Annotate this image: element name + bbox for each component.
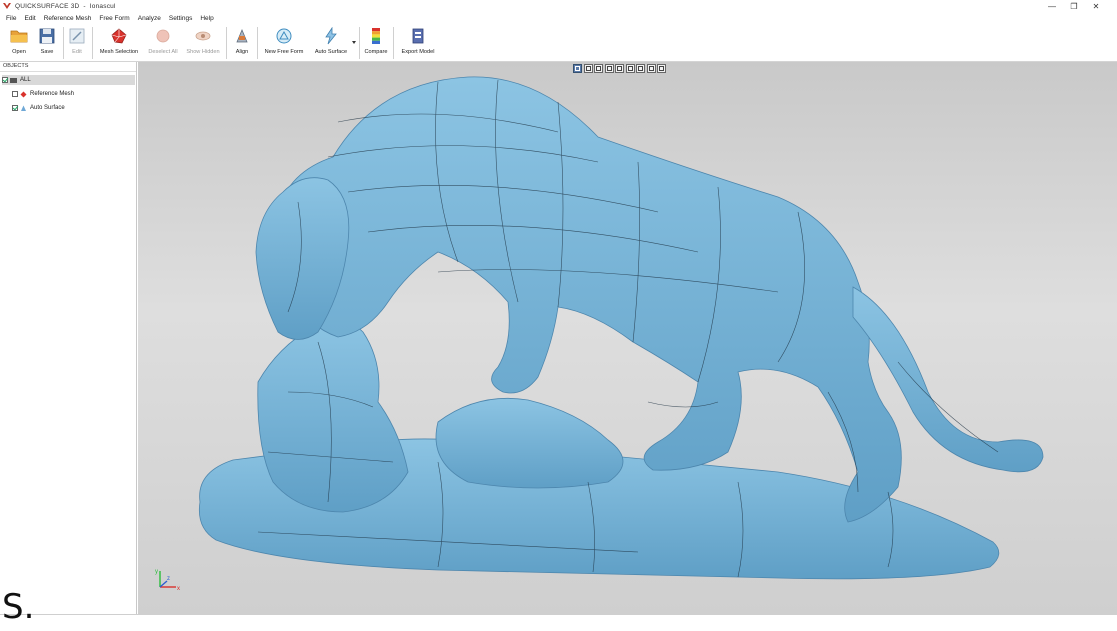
align-button[interactable]: Align — [231, 26, 253, 60]
show-hidden-button[interactable]: Show Hidden — [184, 26, 222, 60]
new-free-form-button[interactable]: New Free Form — [262, 26, 306, 60]
toolbar-divider — [63, 27, 64, 59]
axis-triad-icon: y z x — [155, 569, 180, 592]
deselect-all-button[interactable]: Deselect All — [144, 26, 182, 60]
panther-sculpture-model — [198, 76, 1044, 580]
window-controls: — ❐ ✕ — [1041, 0, 1107, 12]
app-logo-icon — [3, 3, 11, 9]
tree-item-auto-surface[interactable]: Auto Surface — [12, 103, 65, 113]
lightning-icon — [325, 27, 337, 45]
mesh-selection-icon — [111, 28, 127, 44]
mesh-selection-button[interactable]: Mesh Selection — [98, 26, 140, 60]
edit-button[interactable]: Edit — [66, 26, 88, 60]
prey-figure — [257, 320, 409, 513]
color-scale-icon — [372, 28, 380, 44]
edit-icon — [69, 28, 85, 44]
toolbar-divider — [257, 27, 258, 59]
tree-item-label: ALL — [20, 77, 31, 83]
toolbar-divider — [226, 27, 227, 59]
compare-button[interactable]: Compare — [363, 26, 389, 60]
save-button[interactable]: Save — [36, 26, 58, 60]
maximize-button[interactable]: ❐ — [1063, 0, 1085, 12]
objects-panel-header: OBJECTS — [0, 62, 136, 72]
export-model-button[interactable]: Export Model — [398, 26, 438, 60]
dropdown-arrow-icon[interactable] — [352, 41, 356, 44]
auto-surface-button[interactable]: Auto Surface — [310, 26, 352, 60]
toolbar-divider — [359, 27, 360, 59]
model-body — [198, 76, 1044, 580]
menu-file[interactable]: File — [6, 15, 16, 22]
main-toolbar: Open Save Edit Mesh Selection Deselect A… — [0, 24, 1117, 62]
align-icon — [236, 28, 248, 43]
tree-item-label: Reference Mesh — [30, 91, 75, 97]
export-icon — [412, 28, 424, 44]
menu-settings[interactable]: Settings — [169, 15, 193, 22]
caption-letter: S. — [2, 587, 35, 627]
folder-icon — [10, 30, 28, 43]
minimize-button[interactable]: — — [1041, 0, 1063, 12]
close-button[interactable]: ✕ — [1085, 0, 1107, 12]
align-label: Align — [235, 49, 249, 55]
tree-item-all[interactable]: ALL — [2, 75, 135, 85]
menu-free-form[interactable]: Free Form — [99, 15, 129, 22]
toolbar-divider — [393, 27, 394, 59]
menu-edit[interactable]: Edit — [24, 15, 35, 22]
auto-surface-label: Auto Surface — [314, 49, 348, 55]
file-name: Ionascul — [89, 2, 116, 10]
eye-icon — [195, 31, 211, 41]
menu-bar: File Edit Reference Mesh Free Form Analy… — [0, 13, 1117, 23]
export-model-label: Export Model — [401, 49, 435, 55]
rock-mound — [435, 397, 624, 489]
save-label: Save — [40, 49, 54, 55]
mesh-selection-label: Mesh Selection — [99, 49, 139, 55]
show-hidden-label: Show Hidden — [186, 49, 220, 55]
mesh-icon — [20, 91, 27, 97]
axis-y-label: y — [155, 569, 158, 575]
axis-z-label: z — [167, 576, 170, 582]
deselect-all-label: Deselect All — [148, 49, 178, 55]
open-label: Open — [12, 49, 26, 55]
free-form-icon — [276, 28, 292, 44]
open-button[interactable]: Open — [8, 26, 30, 60]
compare-label: Compare — [364, 49, 388, 55]
3d-viewport[interactable]: y z x — [138, 62, 1117, 614]
menu-reference-mesh[interactable]: Reference Mesh — [44, 15, 92, 22]
checkbox[interactable] — [12, 105, 18, 111]
menu-help[interactable]: Help — [200, 15, 213, 22]
app-version: 3D — [70, 2, 80, 10]
app-name: QUICKSURFACE — [15, 2, 69, 10]
window-title: QUICKSURFACE 3D - Ionascul — [15, 2, 116, 10]
tree-item-reference-mesh[interactable]: Reference Mesh — [12, 89, 74, 99]
floppy-disk-icon — [39, 28, 55, 44]
toolbar-divider — [92, 27, 93, 59]
edit-label: Edit — [72, 49, 82, 55]
axis-x-label: x — [177, 586, 180, 592]
title-bar: QUICKSURFACE 3D - Ionascul — ❐ ✕ — [0, 0, 1117, 12]
folder-icon — [10, 77, 17, 83]
tree-item-label: Auto Surface — [30, 105, 65, 111]
checkbox[interactable] — [2, 77, 8, 83]
menu-analyze[interactable]: Analyze — [138, 15, 161, 22]
new-free-form-label: New Free Form — [264, 49, 304, 55]
surface-icon — [21, 105, 26, 111]
deselect-all-icon — [156, 29, 170, 43]
objects-panel: OBJECTS ALL Reference Mesh Auto Surface — [0, 62, 137, 614]
checkbox[interactable] — [12, 91, 18, 97]
status-bar — [0, 614, 1117, 631]
